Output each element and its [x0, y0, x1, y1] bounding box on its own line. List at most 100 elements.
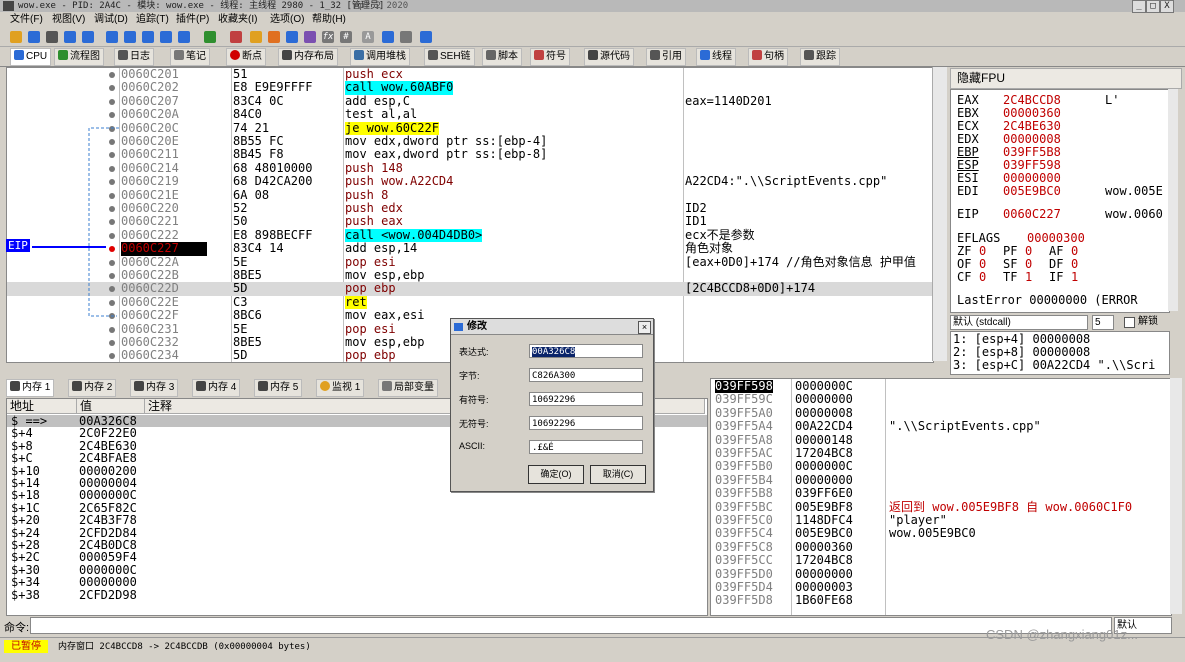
stack-row[interactable]: 039FF5CC 17204BC8	[711, 553, 1171, 567]
stack-row[interactable]: 039FF59C 00000000	[711, 392, 1171, 406]
disasm-row[interactable]: 0060C22A 5E pop esi [eax+0D0]+174 //角色对象信息 …	[7, 255, 933, 269]
menu-options[interactable]: 选项(O)	[270, 12, 304, 27]
expression-input[interactable]: 00A326C8	[529, 344, 643, 358]
tab-script[interactable]: 脚本	[482, 48, 522, 66]
disasm-row[interactable]: 0060C222 E8 898BECFF call <wow.004D4DB0> ec…	[7, 228, 933, 243]
register-edi[interactable]: EDI 005E9BC0 wow.005E	[957, 185, 1163, 198]
tab-memory-map[interactable]: 内存布局	[278, 48, 338, 66]
disasm-row[interactable]: 0060C219 68 D42CA200 push wow.A22CD4 A22CD4…	[7, 174, 933, 188]
dialog-close-button[interactable]: ×	[638, 321, 651, 334]
tab-threads[interactable]: 线程	[696, 48, 736, 66]
run-icon[interactable]	[64, 31, 76, 43]
hash-icon[interactable]: #	[340, 31, 352, 43]
tab-callstack[interactable]: 调用堆栈	[350, 48, 410, 66]
disasm-row[interactable]: 0060C20C 74 21 je wow.60C22F	[7, 121, 933, 135]
tab-memory-5[interactable]: 内存 5	[254, 379, 303, 397]
register-eip[interactable]: EIP 0060C227 wow.0060	[957, 208, 1163, 221]
tab-cpu[interactable]: CPU	[10, 48, 52, 66]
disasm-row[interactable]: 0060C201 51 push ecx	[7, 68, 933, 81]
comment-icon[interactable]	[286, 31, 298, 43]
run-to-selection-icon[interactable]	[204, 31, 216, 43]
menu-debug[interactable]: 调试(D)	[94, 12, 128, 27]
disasm-row[interactable]: 0060C220 52 push edx ID2	[7, 201, 933, 215]
stack-row[interactable]: 039FF5B8 039FF6E0	[711, 486, 1171, 500]
stack-row[interactable]: 039FF5BC 005E9BF8 返回到 wow.005E9BF8 自 wow.0…	[711, 500, 1171, 514]
open-icon[interactable]	[10, 31, 22, 43]
signed-input[interactable]: 10692296	[529, 392, 643, 406]
stack-row[interactable]: 039FF5A0 00000008	[711, 406, 1171, 420]
trace-into-icon[interactable]	[142, 31, 154, 43]
table-row[interactable]: $+34 00000000	[7, 576, 707, 589]
tab-locals[interactable]: 局部变量	[378, 379, 438, 397]
disasm-row[interactable]: 0060C227 83C4 14 add esp,14 角色对象	[7, 241, 933, 256]
tab-watch-1[interactable]: 监视 1	[316, 379, 365, 397]
stack-row[interactable]: 039FF5B4 00000000	[711, 473, 1171, 487]
tab-log[interactable]: 日志	[114, 48, 154, 66]
tab-notes[interactable]: 笔记	[170, 48, 210, 66]
tab-memory-3[interactable]: 内存 3	[130, 379, 179, 397]
flag-value[interactable]: 0	[979, 271, 1003, 284]
table-row[interactable]: $+2C 000059F4	[7, 551, 707, 564]
disasm-row[interactable]: 0060C22E C3 ret	[7, 295, 933, 310]
menu-plugins[interactable]: 插件(P)	[176, 12, 209, 27]
run-to-user-icon[interactable]	[178, 31, 190, 43]
calling-convention-select[interactable]: 默认 (stdcall)	[950, 315, 1088, 330]
menu-favorites[interactable]: 收藏夹(I)	[218, 12, 257, 27]
stack-row[interactable]: 039FF5A8 00000148	[711, 433, 1171, 447]
column-address[interactable]: 地址	[7, 399, 77, 414]
help-icon[interactable]	[420, 31, 432, 43]
tab-graph[interactable]: 流程图	[54, 48, 104, 66]
tab-symbols[interactable]: 符号	[530, 48, 570, 66]
tab-memory-4[interactable]: 内存 4	[192, 379, 241, 397]
font-icon[interactable]: A	[362, 31, 374, 43]
menu-view[interactable]: 视图(V)	[52, 12, 85, 27]
tab-trace[interactable]: 跟踪	[800, 48, 840, 66]
menu-help[interactable]: 帮助(H)	[312, 12, 346, 27]
stack-scrollbar[interactable]	[1170, 378, 1182, 614]
disasm-row[interactable]: 0060C214 68 48010000 push 148	[7, 161, 933, 175]
menu-trace[interactable]: 追踪(T)	[136, 12, 169, 27]
pause-icon[interactable]	[82, 31, 94, 43]
label-icon[interactable]	[304, 31, 316, 43]
stack-row[interactable]: 039FF5D8 1B60FE68	[711, 593, 1171, 607]
table-row[interactable]: $+38 2CFD2D98	[7, 588, 707, 601]
column-value[interactable]: 值	[77, 399, 145, 414]
stack-row[interactable]: 039FF5C8 00000360	[711, 540, 1171, 554]
stack-row[interactable]: 039FF598 0000000C	[711, 379, 1171, 394]
tab-breakpoints[interactable]: 断点	[226, 48, 266, 66]
unlock-checkbox[interactable]	[1124, 317, 1135, 328]
stop-icon[interactable]	[230, 31, 242, 43]
stack-args-list[interactable]: 1: [esp+4] 00000008 2: [esp+8] 00000008 …	[950, 331, 1170, 375]
tab-handles[interactable]: 句柄	[748, 48, 788, 66]
function-icon[interactable]: fx	[322, 31, 334, 43]
stack-row[interactable]: 039FF5A4 00A22CD4 ".\\ScriptEvents.cpp"	[711, 419, 1171, 433]
eflags-row[interactable]: EFLAGS 00000300	[957, 232, 1085, 245]
tab-memory-1[interactable]: 内存 1	[6, 379, 55, 397]
menu-file[interactable]: 文件(F)	[10, 12, 43, 27]
calculator-icon[interactable]	[382, 31, 394, 43]
disasm-row[interactable]: 0060C207 83C4 0C add esp,C eax=1140D201	[7, 94, 933, 108]
close-debug-icon[interactable]	[46, 31, 58, 43]
disasm-row[interactable]: 0060C211 8B45 F8 mov eax,dword ptr ss:[ebp…	[7, 147, 933, 161]
disasm-row[interactable]: 0060C221 50 push eax ID1	[7, 214, 933, 228]
disasm-row[interactable]: 0060C202 E8 E9E9FFFF call wow.60ABF0	[7, 80, 933, 95]
disasm-row[interactable]: 0060C22B 8BE5 mov esp,ebp	[7, 268, 933, 282]
pen-icon[interactable]	[250, 31, 262, 43]
trace-over-icon[interactable]	[160, 31, 172, 43]
disassembly-scrollbar[interactable]	[932, 67, 947, 361]
stack-row[interactable]: 039FF5C4 005E9BC0 wow.005E9BC0	[711, 526, 1171, 540]
patch-icon[interactable]	[268, 31, 280, 43]
step-over-icon[interactable]	[124, 31, 136, 43]
registers-panel[interactable]: EAX 2C4BCCD8 L' EBX 00000360 ECX 2C4BE630 EDX 00…	[950, 89, 1170, 313]
flag-value[interactable]: 1	[1025, 271, 1049, 284]
stack-row[interactable]: 039FF5D0 00000000	[711, 567, 1171, 581]
tab-seh[interactable]: SEH链	[424, 48, 475, 66]
command-input[interactable]	[30, 617, 1112, 634]
stack-row[interactable]: 039FF5AC 17204BC8	[711, 446, 1171, 460]
cancel-button[interactable]: 取消(C)	[590, 465, 646, 484]
tab-memory-2[interactable]: 内存 2	[68, 379, 117, 397]
restart-icon[interactable]	[28, 31, 40, 43]
tab-references[interactable]: 引用	[646, 48, 686, 66]
ok-button[interactable]: 确定(O)	[528, 465, 584, 484]
unsigned-input[interactable]: 10692296	[529, 416, 643, 430]
